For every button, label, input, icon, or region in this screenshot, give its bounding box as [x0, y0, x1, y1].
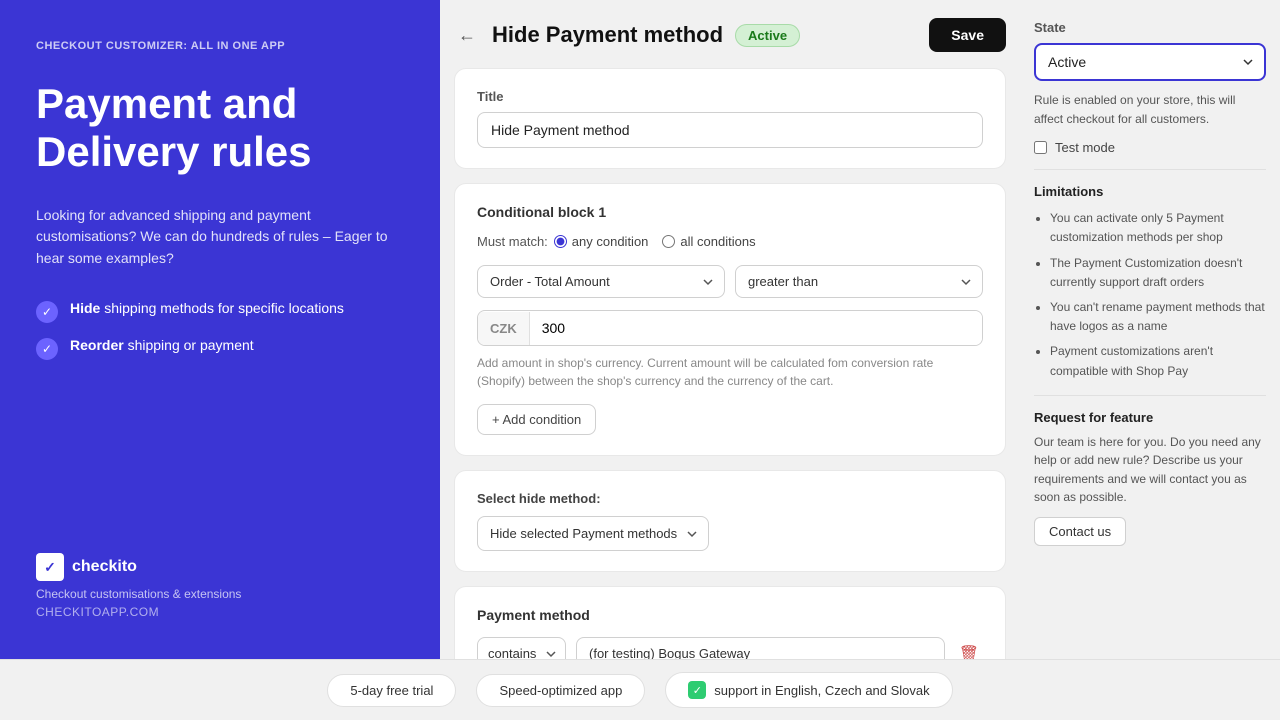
limitation-item-3: You can't rename payment methods that ha… [1050, 298, 1266, 336]
left-sidebar: CHECKOUT CUSTOMIZER: ALL IN ONE APP Paym… [0, 0, 440, 659]
amount-input-wrap: CZK [477, 310, 983, 346]
content-area: ← Hide Payment method Active Save Title … [440, 0, 1280, 659]
contact-us-button[interactable]: Contact us [1034, 517, 1126, 546]
payment-value-input[interactable] [576, 637, 945, 659]
must-match-label: Must match: [477, 234, 548, 249]
check-icon-2: ✓ [36, 338, 58, 360]
test-mode-checkbox[interactable] [1034, 141, 1047, 154]
feature-item-hide: ✓ Hide shipping methods for specific loc… [36, 300, 404, 323]
hint-text: Add amount in shop's currency. Current a… [477, 354, 983, 390]
footer-pill-trial: 5-day free trial [327, 674, 456, 707]
limitation-item-2: The Payment Customization doesn't curren… [1050, 254, 1266, 292]
logo-url: CHECKITOAPP.COM [36, 605, 404, 619]
test-mode-label[interactable]: Test mode [1055, 140, 1115, 155]
title-card: Title [454, 68, 1006, 169]
limitations-list: You can activate only 5 Payment customiz… [1034, 209, 1266, 381]
right-sidebar: State Active Rule is enabled on your sto… [1020, 0, 1280, 659]
radio-all-conditions[interactable]: all conditions [662, 234, 755, 249]
condition-row: Order - Total Amount greater than [477, 265, 983, 298]
page-header-left: ← Hide Payment method Active [454, 21, 800, 50]
condition-field-select[interactable]: Order - Total Amount [477, 265, 725, 298]
feature-item-reorder: ✓ Reorder shipping or payment [36, 337, 404, 360]
request-title: Request for feature [1034, 410, 1266, 425]
state-select[interactable]: Active [1034, 43, 1266, 81]
state-label: State [1034, 20, 1266, 35]
condition-operator-select[interactable]: greater than [735, 265, 983, 298]
footer-pill-speed: Speed-optimized app [476, 674, 645, 707]
conditional-block-card: Conditional block 1 Must match: any cond… [454, 183, 1006, 456]
page-header: ← Hide Payment method Active Save [454, 18, 1006, 52]
footer-pill-support: ✓ support in English, Czech and Slovak [665, 672, 952, 708]
logo-name: checkito [72, 558, 137, 576]
support-text: support in English, Czech and Slovak [714, 683, 929, 698]
logo-sub: Checkout customisations & extensions [36, 587, 404, 601]
center-scroll: ← Hide Payment method Active Save Title … [440, 0, 1020, 659]
must-match-row: Must match: any condition all conditions [477, 234, 983, 249]
radio-group: any condition all conditions [554, 234, 756, 249]
status-badge: Active [735, 24, 800, 47]
page-title: Hide Payment method [492, 22, 723, 48]
amount-input[interactable] [530, 311, 982, 345]
add-condition-button[interactable]: + Add condition [477, 404, 596, 435]
limitations-title: Limitations [1034, 184, 1266, 199]
feature-list: ✓ Hide shipping methods for specific loc… [36, 300, 404, 360]
block-title: Conditional block 1 [477, 204, 983, 220]
currency-label: CZK [478, 312, 530, 345]
sidebar-bottom: ✓ checkito Checkout customisations & ext… [36, 553, 404, 619]
limitation-item-1: You can activate only 5 Payment customiz… [1050, 209, 1266, 247]
title-input[interactable] [477, 112, 983, 148]
back-button[interactable]: ← [454, 21, 480, 50]
sidebar-description: Looking for advanced shipping and paymen… [36, 205, 404, 270]
hide-method-select[interactable]: Hide selected Payment methods [477, 516, 709, 551]
title-label: Title [477, 89, 983, 104]
payment-method-title: Payment method [477, 607, 983, 623]
sidebar-heading: Payment and Delivery rules [36, 80, 404, 177]
state-description: Rule is enabled on your store, this will… [1034, 91, 1266, 128]
limitation-item-4: Payment customizations aren't compatible… [1050, 342, 1266, 380]
check-icon-1: ✓ [36, 301, 58, 323]
test-mode-row: Test mode [1034, 140, 1266, 155]
save-button[interactable]: Save [929, 18, 1006, 52]
app-title: CHECKOUT CUSTOMIZER: ALL IN ONE APP [36, 40, 404, 52]
contains-select[interactable]: contains [477, 637, 566, 659]
request-description: Our team is here for you. Do you need an… [1034, 433, 1266, 507]
support-check-icon: ✓ [688, 681, 706, 699]
logo-icon: ✓ [36, 553, 64, 581]
payment-row: contains 🗑 [477, 637, 983, 659]
select-hide-label: Select hide method: [477, 491, 983, 506]
trash-icon: 🗑 [959, 644, 979, 660]
footer: 5-day free trial Speed-optimized app ✓ s… [0, 659, 1280, 720]
logo-area: ✓ checkito [36, 553, 404, 581]
delete-payment-button[interactable]: 🗑 [955, 640, 983, 660]
radio-any-condition[interactable]: any condition [554, 234, 649, 249]
hide-method-card: Select hide method: Hide selected Paymen… [454, 470, 1006, 572]
payment-method-card: Payment method contains 🗑 + Add Payment … [454, 586, 1006, 659]
